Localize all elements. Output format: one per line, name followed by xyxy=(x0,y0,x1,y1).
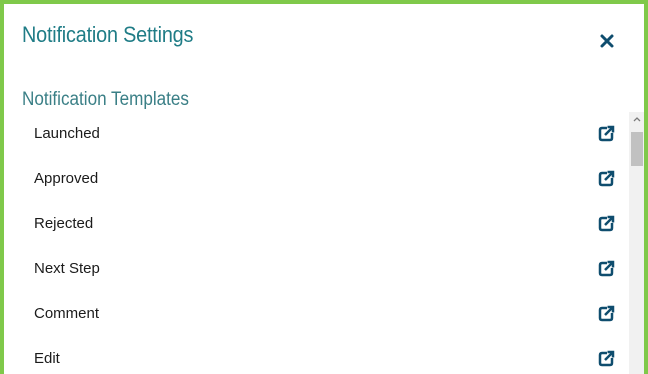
template-label: Next Step xyxy=(34,260,100,277)
open-template-button[interactable] xyxy=(596,304,616,324)
template-label: Edit xyxy=(34,350,60,367)
close-icon xyxy=(600,34,614,48)
scrollbar[interactable] xyxy=(629,112,644,374)
template-label: Comment xyxy=(34,305,100,322)
open-template-button[interactable] xyxy=(596,124,616,144)
list-item: Comment xyxy=(4,292,628,337)
list-item: Approved xyxy=(4,157,628,202)
list-item: Rejected xyxy=(4,202,628,247)
template-list: Launched Approved Rejected Next Step Com… xyxy=(4,112,628,374)
template-label: Approved xyxy=(34,170,99,187)
open-template-button[interactable] xyxy=(596,169,616,189)
scrollbar-thumb[interactable] xyxy=(631,132,643,166)
list-item: Next Step xyxy=(4,247,628,292)
external-link-icon xyxy=(598,170,615,187)
external-link-icon xyxy=(598,260,615,277)
open-template-button[interactable] xyxy=(596,214,616,234)
external-link-icon xyxy=(598,350,615,367)
section-title: Notification Templates xyxy=(22,89,189,110)
dialog-title: Notification Settings xyxy=(22,22,194,47)
list-item: Launched xyxy=(4,112,628,157)
chevron-up-icon xyxy=(633,117,641,122)
open-template-button[interactable] xyxy=(596,259,616,279)
open-template-button[interactable] xyxy=(596,349,616,369)
scroll-up-button[interactable] xyxy=(629,112,644,128)
external-link-icon xyxy=(598,305,615,322)
list-item: Edit xyxy=(4,337,628,374)
template-label: Launched xyxy=(34,125,100,142)
close-button[interactable] xyxy=(598,32,616,50)
notification-settings-dialog: Notification Settings Notification Templ… xyxy=(0,0,648,374)
external-link-icon xyxy=(598,215,615,232)
template-label: Rejected xyxy=(34,215,94,232)
external-link-icon xyxy=(598,125,615,142)
